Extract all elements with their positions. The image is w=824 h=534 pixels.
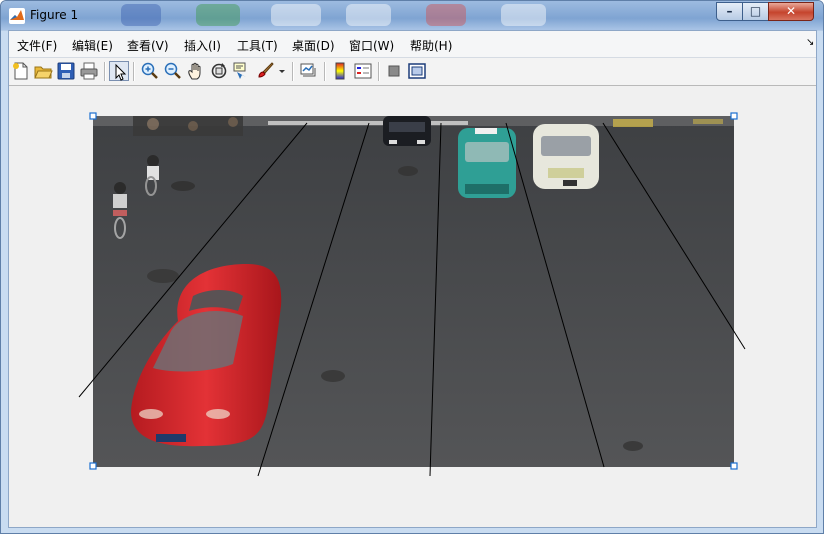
print-icon[interactable] <box>79 61 99 81</box>
new-figure-icon[interactable] <box>11 61 31 81</box>
legend-icon[interactable] <box>353 61 373 81</box>
save-icon[interactable] <box>56 61 76 81</box>
brush-dropdown-icon[interactable] <box>277 61 287 81</box>
lane-line-2 <box>257 122 370 477</box>
selection-handle <box>89 112 97 120</box>
taskbar-blur <box>271 4 321 26</box>
figure-toolbar <box>9 58 816 86</box>
toolbar-separator <box>133 62 135 81</box>
figure-window: Figure 1 – □ ✕ 文件(F) 编辑(E) 查看(V) 插入(I) 工… <box>0 0 824 534</box>
dock-arrow-icon[interactable]: ↘ <box>806 37 814 48</box>
figure-canvas[interactable] <box>9 86 816 527</box>
figure-client-area: 文件(F) 编辑(E) 查看(V) 插入(I) 工具(T) 桌面(D) 窗口(W… <box>8 30 817 528</box>
show-plot-tools-icon[interactable] <box>407 61 427 81</box>
menu-desktop[interactable]: 桌面(D) <box>292 37 335 54</box>
link-plot-icon[interactable] <box>298 61 318 81</box>
taskbar-blur <box>501 4 546 26</box>
menu-view[interactable]: 查看(V) <box>127 37 169 54</box>
lane-line-5 <box>602 122 746 350</box>
lane-line-1 <box>78 122 308 398</box>
toolbar-separator <box>104 62 106 81</box>
zoom-in-icon[interactable] <box>140 61 160 81</box>
zoom-out-icon[interactable] <box>163 61 183 81</box>
minimize-button[interactable]: – <box>716 2 743 21</box>
taskbar-blur <box>121 4 161 26</box>
toolbar-separator <box>292 62 294 81</box>
rotate-3d-icon[interactable] <box>209 61 229 81</box>
menu-tools[interactable]: 工具(T) <box>237 37 278 54</box>
selection-handle <box>89 462 97 470</box>
pan-icon[interactable] <box>186 61 206 81</box>
data-cursor-icon[interactable] <box>232 61 252 81</box>
menu-edit[interactable]: 编辑(E) <box>72 37 113 54</box>
colorbar-icon[interactable] <box>330 61 350 81</box>
menu-bar: 文件(F) 编辑(E) 查看(V) 插入(I) 工具(T) 桌面(D) 窗口(W… <box>9 31 816 58</box>
menu-help[interactable]: 帮助(H) <box>410 37 452 54</box>
lane-lines-overlay <box>78 112 746 477</box>
toolbar-separator <box>324 62 326 81</box>
window-title: Figure 1 <box>30 8 79 22</box>
lane-line-4 <box>505 122 605 468</box>
brush-icon[interactable] <box>255 61 275 81</box>
taskbar-blur <box>196 4 240 26</box>
pointer-icon[interactable] <box>109 61 129 81</box>
selection-handle <box>730 112 738 120</box>
taskbar-blur <box>426 4 466 26</box>
selection-handle <box>730 462 738 470</box>
taskbar-blur <box>346 4 391 26</box>
maximize-button[interactable]: □ <box>742 2 769 21</box>
title-bar[interactable]: Figure 1 – □ ✕ <box>1 1 823 30</box>
toolbar-separator <box>378 62 380 81</box>
close-button[interactable]: ✕ <box>768 2 814 21</box>
matlab-icon <box>9 8 25 24</box>
lane-line-3 <box>429 122 442 477</box>
menu-window[interactable]: 窗口(W) <box>349 37 394 54</box>
menu-file[interactable]: 文件(F) <box>17 37 57 54</box>
menu-insert[interactable]: 插入(I) <box>184 37 221 54</box>
hide-plot-tools-icon[interactable] <box>384 61 404 81</box>
open-file-icon[interactable] <box>33 61 53 81</box>
